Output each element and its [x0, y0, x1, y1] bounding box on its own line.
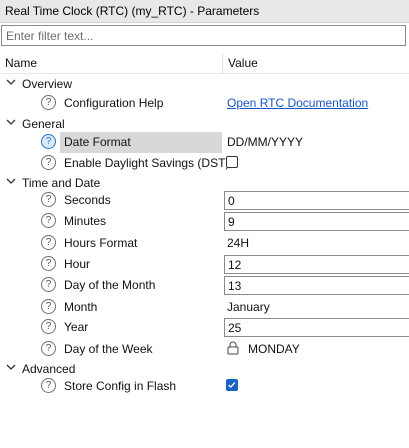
- param-label: Month: [64, 300, 98, 314]
- help-icon[interactable]: ?: [41, 95, 56, 110]
- column-header-value[interactable]: Value: [228, 56, 258, 70]
- help-icon[interactable]: ?: [41, 192, 56, 207]
- chevron-down-icon[interactable]: [5, 175, 17, 187]
- chevron-down-icon[interactable]: [5, 76, 17, 88]
- day-of-month-input[interactable]: 13: [224, 276, 409, 295]
- help-icon[interactable]: ?: [41, 235, 56, 250]
- param-row-hours-format[interactable]: ? Hours Format 24H: [40, 233, 409, 254]
- help-icon[interactable]: ?: [41, 155, 56, 170]
- lock-icon: [227, 341, 239, 355]
- param-label: Minutes: [64, 214, 107, 228]
- param-row-minutes[interactable]: ? Minutes 9: [40, 211, 409, 232]
- month-value[interactable]: January: [227, 300, 270, 314]
- param-row-daylight-savings[interactable]: ? Enable Daylight Savings (DST): [40, 153, 409, 174]
- param-label: Seconds: [64, 193, 111, 207]
- param-label: Hour: [64, 257, 91, 271]
- category-label: Time and Date: [22, 176, 101, 190]
- seconds-input[interactable]: 0: [224, 191, 409, 210]
- param-label: Hours Format: [64, 236, 138, 250]
- help-icon[interactable]: ?: [41, 277, 56, 292]
- hour-input[interactable]: 12: [224, 255, 409, 274]
- seconds-value: 0: [228, 194, 235, 208]
- param-row-date-format[interactable]: ? Date Format DD/MM/YYYY: [40, 132, 409, 153]
- category-label: General: [22, 117, 65, 131]
- window-title-bar: Real Time Clock (RTC) (my_RTC) - Paramet…: [0, 0, 409, 23]
- param-row-hour[interactable]: ? Hour 12: [40, 254, 409, 275]
- minutes-value: 9: [228, 215, 235, 229]
- help-icon[interactable]: ?: [41, 134, 56, 149]
- param-row-day-of-month[interactable]: ? Day of the Month 13: [40, 275, 409, 296]
- param-row-seconds[interactable]: ? Seconds 0: [40, 190, 409, 211]
- store-flash-checkbox[interactable]: [226, 379, 238, 391]
- year-value: 25: [228, 321, 242, 335]
- param-label: Day of the Month: [64, 278, 156, 292]
- category-label: Overview: [22, 77, 73, 91]
- help-icon[interactable]: ?: [41, 341, 56, 356]
- param-label: Date Format: [64, 135, 131, 149]
- window-title: Real Time Clock (RTC) (my_RTC) - Paramet…: [5, 4, 260, 18]
- param-label: Store Config in Flash: [64, 379, 177, 393]
- minutes-input[interactable]: 9: [224, 212, 409, 231]
- param-row-year[interactable]: ? Year 25: [40, 317, 409, 338]
- chevron-down-icon[interactable]: [5, 361, 17, 373]
- hour-value: 12: [228, 258, 242, 272]
- table-header: Name Value: [0, 53, 409, 73]
- param-label: Day of the Week: [64, 342, 153, 356]
- param-row-configuration-help[interactable]: ? Configuration Help Open RTC Documentat…: [40, 93, 409, 114]
- param-label: Enable Daylight Savings (DST): [64, 156, 230, 170]
- hours-format-value[interactable]: 24H: [227, 236, 249, 250]
- param-row-store-config-flash[interactable]: ? Store Config in Flash: [40, 376, 409, 397]
- help-icon[interactable]: ?: [41, 378, 56, 393]
- day-of-week-value: MONDAY: [248, 342, 300, 356]
- help-icon[interactable]: ?: [41, 299, 56, 314]
- category-general[interactable]: General: [0, 114, 409, 134]
- column-divider[interactable]: [222, 53, 223, 73]
- param-label: Configuration Help: [64, 96, 164, 110]
- filter-input[interactable]: [2, 26, 405, 45]
- filter-box[interactable]: [1, 25, 406, 46]
- help-icon[interactable]: ?: [41, 256, 56, 271]
- column-header-name[interactable]: Name: [5, 56, 37, 70]
- param-row-month[interactable]: ? Month January: [40, 297, 409, 318]
- year-input[interactable]: 25: [224, 318, 409, 337]
- help-icon[interactable]: ?: [41, 213, 56, 228]
- rtc-documentation-link[interactable]: Open RTC Documentation: [227, 96, 368, 110]
- day-of-month-value: 13: [228, 279, 242, 293]
- check-icon: [228, 382, 236, 389]
- chevron-down-icon[interactable]: [5, 116, 17, 128]
- param-label: Year: [64, 320, 89, 334]
- category-label: Advanced: [22, 362, 76, 376]
- help-icon[interactable]: ?: [41, 319, 56, 334]
- param-row-day-of-week[interactable]: ? Day of the Week MONDAY: [40, 339, 409, 360]
- dst-checkbox[interactable]: [226, 156, 238, 168]
- category-overview[interactable]: Overview: [0, 74, 409, 94]
- date-format-value[interactable]: DD/MM/YYYY: [227, 135, 303, 149]
